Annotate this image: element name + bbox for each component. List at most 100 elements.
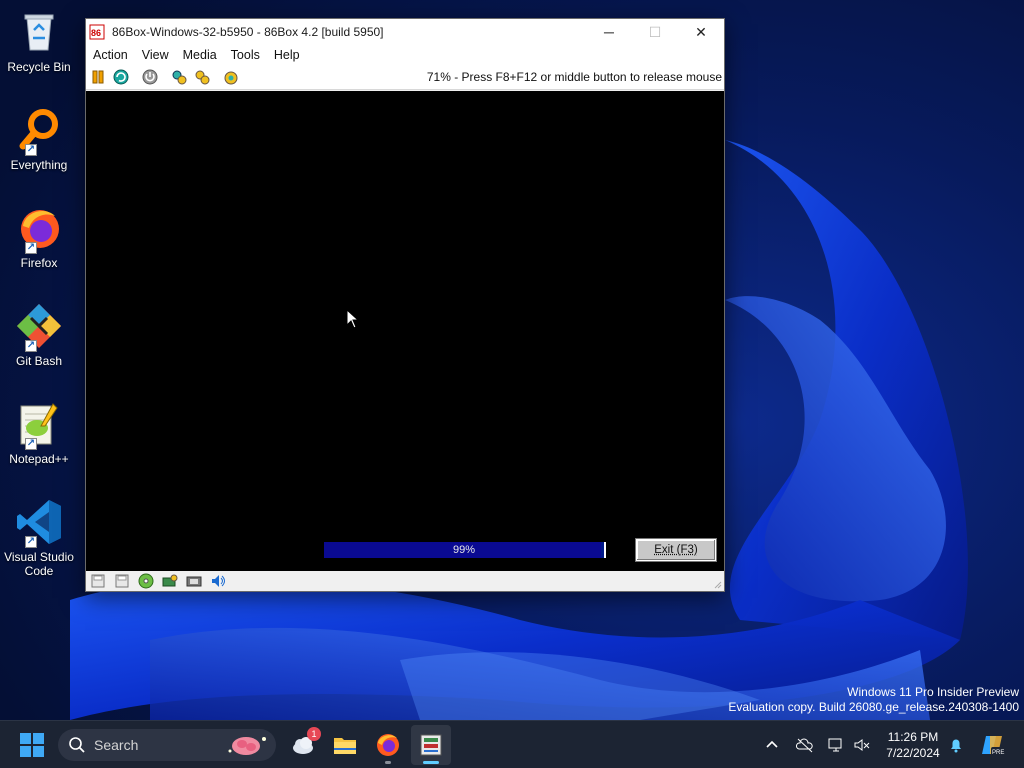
- progress-label: 99%: [452, 544, 476, 556]
- bell-icon: [951, 739, 961, 753]
- magnifier-icon: ↗: [15, 106, 63, 156]
- desktop-icon-label: Visual Studio Code: [4, 550, 74, 578]
- recycle-bin-icon: [15, 8, 63, 56]
- vscode-icon: ↗: [15, 498, 63, 548]
- taskbar-weather-widget[interactable]: 1: [283, 725, 323, 765]
- watermark-line-1: Windows 11 Pro Insider Preview: [847, 685, 1019, 699]
- running-indicator: [385, 761, 391, 764]
- taskbar-86box[interactable]: [411, 725, 451, 765]
- emulator-window: 86 86Box-Windows-32-b5950 - 86Box 4.2 [b…: [85, 18, 725, 592]
- exit-button[interactable]: Exit (F3): [635, 538, 717, 562]
- network-icon: [186, 576, 202, 587]
- status-bar: [86, 571, 724, 591]
- tray-volume[interactable]: [852, 735, 872, 755]
- network-button[interactable]: [184, 572, 204, 590]
- active-indicator: [423, 761, 439, 764]
- search-placeholder: Search: [94, 737, 139, 753]
- menu-view[interactable]: View: [135, 45, 176, 65]
- svg-text:86: 86: [91, 28, 101, 38]
- windows-logo-icon: [20, 733, 44, 757]
- mouse-capture-status: 71% - Press F8+F12 or middle button to r…: [426, 70, 722, 84]
- screenshot-button[interactable]: [220, 67, 242, 87]
- 86box-app-icon: [420, 734, 442, 756]
- copilot-pre-badge: PRE: [992, 750, 1004, 756]
- taskbar-search[interactable]: Search: [58, 729, 276, 761]
- watermark-line-2: Evaluation copy. Build 26080.ge_release.…: [728, 700, 1019, 714]
- desktop-icon-notepad-plus-plus[interactable]: ↗ Notepad++: [0, 400, 78, 466]
- tray-network[interactable]: [826, 735, 846, 755]
- ctrl-alt-del-button[interactable]: [110, 67, 132, 87]
- copilot-button[interactable]: PRE: [980, 732, 1006, 758]
- desktop-icon-vscode[interactable]: ↗ Visual Studio Code: [0, 498, 78, 578]
- hard-disk-button[interactable]: [160, 572, 180, 590]
- copilot-icon: PRE: [982, 736, 1005, 756]
- start-button[interactable]: [12, 725, 52, 765]
- search-icon: [69, 737, 85, 753]
- hard-reset-button[interactable]: [191, 67, 213, 87]
- menu-media[interactable]: Media: [176, 45, 224, 65]
- window-titlebar[interactable]: 86 86Box-Windows-32-b5950 - 86Box 4.2 [b…: [86, 19, 724, 45]
- resize-grip-icon[interactable]: [714, 581, 722, 589]
- settings-button[interactable]: [168, 67, 190, 87]
- 86box-app-icon: 86: [89, 24, 105, 40]
- power-button[interactable]: [139, 67, 161, 87]
- system-clock[interactable]: 11:26 PM 7/22/2024: [880, 729, 946, 761]
- floppy-b-button[interactable]: [112, 572, 132, 590]
- screenshot-icon: [224, 71, 238, 85]
- menu-bar: Action View Media Tools Help: [86, 45, 724, 65]
- clock-time: 11:26 PM: [887, 730, 939, 744]
- cloud-offline-icon: [796, 738, 813, 753]
- folder-icon: [334, 738, 356, 754]
- volume-muted-icon: [854, 739, 870, 751]
- window-title: 86Box-Windows-32-b5950 - 86Box 4.2 [buil…: [112, 25, 384, 39]
- maximize-button[interactable]: ☐: [632, 19, 678, 45]
- pause-icon: [92, 70, 104, 84]
- power-icon: [142, 69, 158, 85]
- shortcut-arrow-icon: ↗: [25, 144, 37, 156]
- sound-button[interactable]: [208, 572, 228, 590]
- shortcut-arrow-icon: ↗: [25, 340, 37, 352]
- desktop-icon-label: Notepad++: [9, 452, 69, 466]
- minimize-button[interactable]: ─: [586, 19, 632, 45]
- pause-button[interactable]: [87, 67, 109, 87]
- clock-date: 7/22/2024: [886, 746, 940, 760]
- menu-action[interactable]: Action: [86, 45, 135, 65]
- ctrl-alt-del-icon: [113, 69, 129, 85]
- close-button[interactable]: ✕: [678, 19, 724, 45]
- floppy-a-icon: [91, 574, 105, 588]
- desktop-icon-label: Recycle Bin: [7, 60, 71, 74]
- desktop-icon-label: Git Bash: [15, 354, 63, 368]
- menu-tools[interactable]: Tools: [224, 45, 267, 65]
- floppy-b-icon: [115, 574, 129, 588]
- shortcut-arrow-icon: ↗: [25, 242, 37, 254]
- taskbar-firefox[interactable]: [368, 725, 408, 765]
- hard-reset-icon: [195, 70, 210, 85]
- desktop-icon-firefox[interactable]: ↗ Firefox: [0, 204, 78, 270]
- tray-onedrive[interactable]: [795, 735, 815, 755]
- exit-button-label: Exit (F3): [654, 544, 698, 556]
- floppy-a-button[interactable]: [88, 572, 108, 590]
- notepad-plus-plus-icon: ↗: [15, 400, 63, 450]
- shortcut-arrow-icon: ↗: [25, 438, 37, 450]
- notifications-button[interactable]: [946, 735, 966, 755]
- search-highlight-brain-icon: [228, 737, 266, 755]
- taskbar: Search 1 11:26 PM 7/22/2024 PRE: [0, 720, 1024, 768]
- notification-badge: 1: [307, 727, 321, 741]
- menu-help[interactable]: Help: [267, 45, 307, 65]
- taskbar-file-explorer[interactable]: [325, 725, 365, 765]
- desktop-icon-everything[interactable]: ↗ Everything: [0, 106, 78, 172]
- network-monitor-icon: [828, 738, 842, 752]
- emulated-screen[interactable]: 99% Exit (F3): [86, 91, 724, 571]
- git-bash-icon: ↗: [15, 302, 63, 352]
- desktop-icon-git-bash[interactable]: ↗ Git Bash: [0, 302, 78, 368]
- settings-icon: [172, 70, 187, 85]
- shortcut-arrow-icon: ↗: [25, 536, 37, 548]
- desktop-icon-recycle-bin[interactable]: Recycle Bin: [0, 8, 78, 74]
- cdrom-button[interactable]: [136, 572, 156, 590]
- toolbar: 71% - Press F8+F12 or middle button to r…: [86, 65, 724, 90]
- evaluation-watermark: Windows 11 Pro Insider Preview Evaluatio…: [728, 685, 1019, 715]
- desktop-icon-label: Everything: [10, 158, 68, 172]
- show-hidden-icons-button[interactable]: [762, 735, 782, 755]
- chevron-up-icon: [766, 740, 778, 748]
- boot-progress-bar: 99%: [324, 542, 606, 558]
